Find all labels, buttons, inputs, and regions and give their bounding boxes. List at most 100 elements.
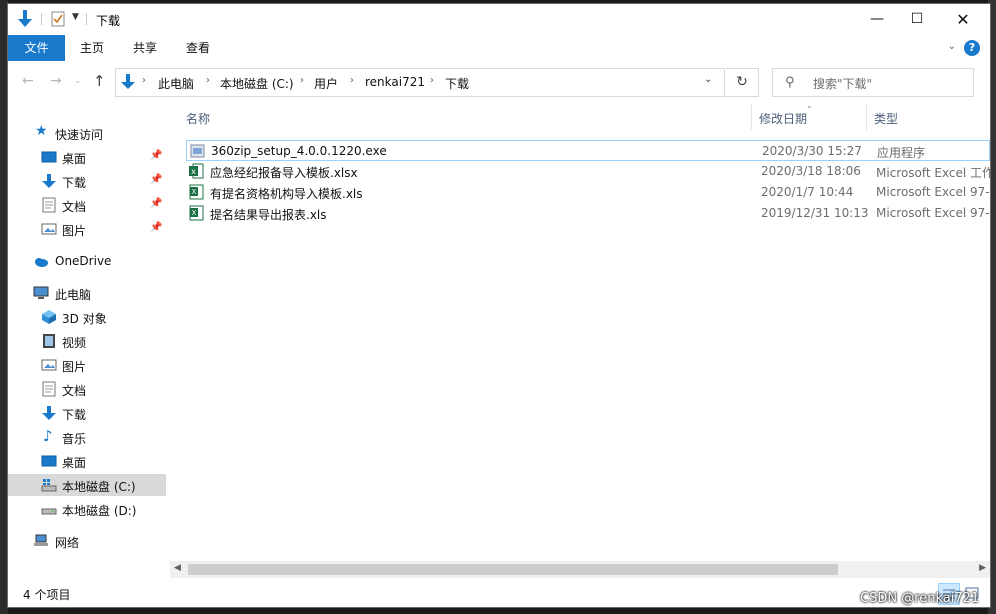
column-header-type[interactable]: 类型	[874, 110, 898, 127]
ribbon-tabs: 文件 主页 共享 查看 ⌄ ?	[8, 35, 990, 61]
sidebar-item-desktop-pc[interactable]: 桌面	[8, 450, 166, 472]
sidebar-item-label: 快速访问	[55, 128, 104, 142]
desktop-icon	[41, 151, 57, 163]
scroll-right-icon[interactable]: ▶	[979, 563, 986, 573]
column-header-date[interactable]: 修改日期	[759, 110, 807, 127]
sidebar-item-network[interactable]: 网络	[8, 530, 166, 552]
tab-share[interactable]: 共享	[129, 37, 161, 59]
breadcrumb-users[interactable]: 用户	[314, 75, 338, 92]
up-button[interactable]: ↑	[93, 72, 106, 90]
computer-icon	[33, 286, 49, 299]
recent-locations-icon[interactable]: ⌄	[74, 76, 82, 86]
download-arrow-icon	[42, 174, 56, 188]
breadcrumb-downloads[interactable]: 下载	[445, 75, 469, 92]
sort-indicator-icon: ⌄	[806, 101, 813, 110]
search-placeholder: 搜索"下载"	[813, 77, 873, 91]
sidebar-item-documents-pc[interactable]: 文档	[8, 378, 166, 400]
search-input[interactable]: ⚲ 搜索"下载"	[772, 68, 974, 97]
maximize-button[interactable]: ☐	[894, 4, 940, 34]
back-button[interactable]: ←	[22, 73, 34, 89]
document-icon	[42, 381, 56, 397]
sidebar-item-documents[interactable]: 文档 📌	[8, 194, 166, 216]
pin-icon[interactable]: 📌	[150, 174, 162, 185]
cloud-icon	[35, 258, 48, 267]
excel-xls-icon: X	[189, 184, 204, 200]
title-bar: ▼ 下载 — ☐ ✕	[8, 4, 990, 34]
video-icon	[43, 334, 55, 348]
tab-view[interactable]: 查看	[182, 37, 214, 59]
table-row[interactable]: X 有提名资格机构导入模板.xls 2020/1/7 10:44 Microso…	[186, 182, 990, 203]
sidebar-item-desktop[interactable]: 桌面 📌	[8, 146, 166, 168]
scroll-left-icon[interactable]: ◀	[174, 563, 181, 573]
sidebar-item-label: 本地磁盘 (D:)	[62, 504, 137, 518]
pictures-icon	[41, 359, 57, 371]
breadcrumb-separator-icon[interactable]: ›	[206, 75, 210, 86]
watermark: CSDN @renkai721	[860, 591, 980, 606]
horizontal-scrollbar[interactable]: ◀ ▶	[170, 561, 990, 578]
sidebar-item-videos[interactable]: 视频	[8, 330, 166, 352]
sidebar-item-onedrive[interactable]: OneDrive	[8, 250, 166, 272]
sidebar-item-pictures[interactable]: 图片 📌	[8, 218, 166, 240]
breadcrumb-separator-icon[interactable]: ›	[300, 75, 304, 86]
file-type: Microsoft Excel 工作表	[876, 166, 990, 180]
help-icon[interactable]: ?	[964, 40, 980, 56]
sidebar-item-downloads[interactable]: 下载 📌	[8, 170, 166, 192]
column-header-name[interactable]: 名称	[186, 110, 210, 127]
music-note-icon: ♪	[43, 427, 53, 445]
scrollbar-thumb[interactable]	[188, 564, 838, 575]
breadcrumb-user-folder[interactable]: renkai721	[365, 75, 425, 89]
pin-icon[interactable]: 📌	[150, 198, 162, 209]
customize-toolbar-icon[interactable]: ▼	[72, 12, 79, 22]
expand-ribbon-icon[interactable]: ⌄	[948, 41, 956, 52]
sidebar-item-label: 图片	[62, 224, 87, 238]
sidebar-item-music[interactable]: ♪ 音乐	[8, 426, 166, 448]
svg-text:x: x	[191, 167, 196, 176]
pin-icon[interactable]: 📌	[150, 150, 162, 161]
sidebar-item-label: 桌面	[62, 152, 87, 166]
svg-text:X: X	[192, 188, 197, 196]
properties-icon[interactable]	[51, 11, 65, 27]
sidebar-item-3d-objects[interactable]: 3D 对象	[8, 306, 166, 328]
file-list: 名称 ⌄ 修改日期 类型 360zip_setup_4.0.0.1220.exe…	[182, 101, 990, 564]
tab-file[interactable]: 文件	[8, 35, 65, 61]
pin-icon[interactable]: 📌	[150, 222, 162, 233]
excel-xlsx-icon: x	[189, 163, 204, 179]
tab-home[interactable]: 主页	[76, 37, 108, 59]
table-row[interactable]: X 提名结果导出报表.xls 2019/12/31 10:13 Microsof…	[186, 203, 990, 224]
sidebar-item-local-disk-c[interactable]: 本地磁盘 (C:)	[8, 474, 166, 496]
drive-icon	[41, 508, 57, 515]
sidebar-item-label: 音乐	[62, 432, 87, 446]
breadcrumb-separator-icon[interactable]: ›	[350, 75, 354, 86]
address-dropdown-icon[interactable]: ⌄	[704, 74, 712, 85]
separator	[41, 13, 42, 25]
sidebar-item-downloads-pc[interactable]: 下载	[8, 402, 166, 424]
windows-drive-icon	[41, 479, 57, 492]
table-row[interactable]: x 应急经纪报备导入模板.xlsx 2020/3/18 18:06 Micros…	[186, 161, 990, 182]
column-divider[interactable]	[866, 104, 867, 130]
sidebar-item-pictures-pc[interactable]: 图片	[8, 354, 166, 376]
close-button[interactable]: ✕	[940, 4, 986, 34]
sidebar-item-quick-access[interactable]: ★ 快速访问	[8, 122, 166, 144]
document-icon	[42, 197, 56, 213]
sidebar-item-this-pc[interactable]: 此电脑	[8, 282, 166, 304]
pictures-icon	[41, 223, 57, 235]
3d-cube-icon	[42, 310, 56, 324]
window-title: 下载	[96, 14, 121, 28]
sidebar-item-local-disk-d[interactable]: 本地磁盘 (D:)	[8, 498, 166, 520]
download-folder-icon[interactable]	[16, 9, 34, 29]
file-date: 2020/3/18 18:06	[761, 164, 861, 178]
download-arrow-icon	[42, 406, 56, 420]
column-divider[interactable]	[751, 104, 752, 130]
breadcrumb-local-disk-c[interactable]: 本地磁盘 (C:)	[220, 75, 294, 92]
star-icon: ★	[35, 123, 48, 139]
download-folder-icon	[121, 74, 135, 89]
table-row[interactable]: 360zip_setup_4.0.0.1220.exe 2020/3/30 15…	[186, 140, 990, 161]
file-date: 2020/1/7 10:44	[761, 185, 854, 199]
status-bar: 4 个项目 CSDN @renkai721	[8, 580, 990, 607]
refresh-button[interactable]: ↻	[726, 68, 759, 97]
breadcrumb-this-pc[interactable]: 此电脑	[158, 75, 194, 92]
address-bar[interactable]: › 此电脑 › 本地磁盘 (C:) › 用户 › renkai721 › 下载 …	[115, 68, 725, 97]
breadcrumb-separator-icon[interactable]: ›	[430, 75, 434, 86]
breadcrumb-separator-icon[interactable]: ›	[142, 75, 146, 86]
forward-button[interactable]: →	[50, 73, 62, 89]
